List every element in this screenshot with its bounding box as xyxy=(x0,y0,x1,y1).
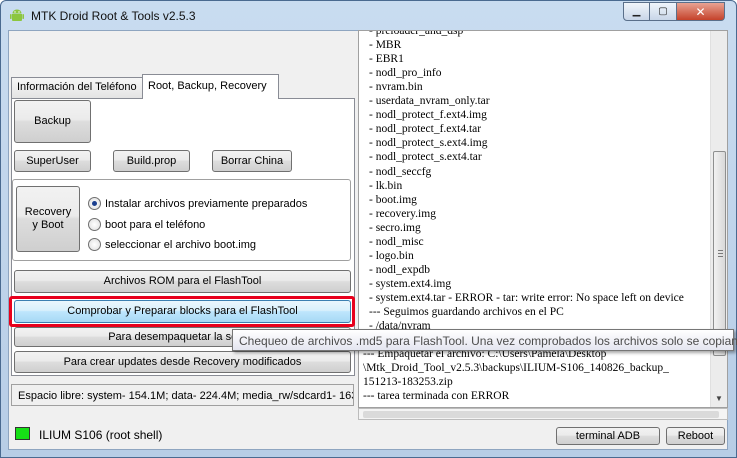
reboot-label: Reboot xyxy=(677,429,714,442)
log-line: - logo.bin xyxy=(369,249,414,262)
crear-updates-button[interactable]: Para crear updates desde Recovery modifi… xyxy=(14,351,351,373)
terminal-adb-label: terminal ADB xyxy=(575,429,641,442)
window-title: MTK Droid Root & Tools v2.5.3 xyxy=(31,9,196,23)
log-line: - nodl_protect_s.ext4.img xyxy=(369,137,488,150)
radio-label: boot para el teléfono xyxy=(105,218,206,231)
log-line: - nodl_pro_info xyxy=(369,67,442,80)
comprobar-preparar-button[interactable]: Comprobar y Preparar blocks para el Flas… xyxy=(14,300,351,323)
tab-root-backup-recovery[interactable]: Root, Backup, Recovery xyxy=(142,74,279,99)
log-line: \Mtk_Droid_Tool_v2.5.3\backups\ILIUM-S10… xyxy=(363,362,669,375)
close-button[interactable]: ✕ xyxy=(677,2,725,21)
log-line: - system.ext4.img xyxy=(369,277,452,290)
log-line: - lk.bin xyxy=(369,179,403,192)
crear-updates-label: Para crear updates desde Recovery modifi… xyxy=(63,355,302,368)
scroll-down-icon[interactable]: ▼ xyxy=(715,394,723,403)
tab-informacion-telefono[interactable]: Información del Teléfono xyxy=(11,77,148,98)
radio-button[interactable] xyxy=(88,238,101,251)
backup-label: Backup xyxy=(34,115,71,127)
terminal-adb-button[interactable]: terminal ADB xyxy=(556,427,660,445)
minimize-icon: ▁ xyxy=(632,6,641,17)
log-line: - nodl_expdb xyxy=(369,263,431,276)
borrar-china-label: Borrar China xyxy=(220,154,284,167)
superuser-label: SuperUser xyxy=(26,154,79,167)
borrar-china-button[interactable]: Borrar China xyxy=(212,150,292,172)
tooltip: Chequeo de archivos .md5 para FlashTool.… xyxy=(232,329,737,351)
log-output[interactable]: - preloader_and_dsp - MBR - EBR1- nodl_pro… xyxy=(358,30,728,408)
recovery-y-boot-button[interactable]: Recovery y Boot xyxy=(16,186,80,252)
log-line: --- Seguimos guardando archivos en el PC xyxy=(369,306,564,318)
log-horizontal-scrollbar[interactable] xyxy=(358,408,728,420)
scrollbar-thumb[interactable] xyxy=(713,151,726,356)
log-line: --- tarea terminada con ERROR xyxy=(363,390,510,403)
log-line: - system.ext4.tar - ERROR - tar: write e… xyxy=(369,291,684,304)
archivos-rom-button[interactable]: Archivos ROM para el FlashTool xyxy=(14,270,351,293)
recovery-y-boot-label: Recovery y Boot xyxy=(24,206,72,231)
free-space-status: Espacio libre: system- 154.1M; data- 224… xyxy=(11,384,354,406)
radio-instalar[interactable]: Instalar archivos previamente preparados xyxy=(88,197,307,210)
log-line: - boot.img xyxy=(369,193,417,206)
log-line: - nodl_seccfg xyxy=(369,165,432,178)
log-line: - preloader_and_dsp xyxy=(369,30,464,37)
superuser-button[interactable]: SuperUser xyxy=(14,150,91,172)
tab-label: Información del Teléfono xyxy=(17,81,137,93)
maximize-icon: ▢ xyxy=(658,6,668,17)
tab-label: Root, Backup, Recovery xyxy=(148,80,267,92)
scrollbar-thumb[interactable] xyxy=(363,411,719,418)
buildprop-label: Build.prop xyxy=(126,154,177,167)
radio-seleccionar-boot[interactable]: seleccionar el archivo boot.img xyxy=(88,238,256,251)
grip-line xyxy=(718,250,723,251)
comprobar-label: Comprobar y Preparar blocks para el Flas… xyxy=(67,305,298,317)
radio-boot-telefono[interactable]: boot para el teléfono xyxy=(88,218,205,231)
log-line: - userdata_nvram_only.tar xyxy=(369,95,490,108)
radio-label: Instalar archivos previamente preparados xyxy=(105,197,308,210)
grip-line xyxy=(718,256,723,257)
close-icon: ✕ xyxy=(695,4,706,19)
radio-label: seleccionar el archivo boot.img xyxy=(105,238,257,251)
log-line: - MBR xyxy=(369,39,402,52)
log-line: - nodl_misc xyxy=(369,235,424,248)
radio-button-selected[interactable] xyxy=(88,197,101,210)
log-line: - nvram.bin xyxy=(369,81,423,94)
log-line: - nodl_protect_f.ext4.img xyxy=(369,109,487,122)
device-name: ILIUM S106 (root shell) xyxy=(39,428,163,442)
tooltip-text: Chequeo de archivos .md5 para FlashTool.… xyxy=(239,334,737,348)
log-line: - secro.img xyxy=(369,221,421,234)
log-line: - nodl_protect_s.ext4.tar xyxy=(369,151,482,164)
device-status-indicator xyxy=(15,427,30,440)
log-line: - recovery.img xyxy=(369,207,436,220)
buildprop-button[interactable]: Build.prop xyxy=(113,150,190,172)
archivos-rom-label: Archivos ROM para el FlashTool xyxy=(103,275,262,287)
maximize-button[interactable]: ▢ xyxy=(650,2,677,21)
log-line: - nodl_protect_f.ext4.tar xyxy=(369,123,482,136)
radio-button[interactable] xyxy=(88,218,101,231)
log-line: - EBR1 xyxy=(369,53,404,66)
android-icon xyxy=(10,9,24,21)
free-space-text: Espacio libre: system- 154.1M; data- 224… xyxy=(18,390,354,402)
reboot-button[interactable]: Reboot xyxy=(666,427,725,445)
backup-button[interactable]: Backup xyxy=(14,100,91,143)
log-line: 151213-183253.zip xyxy=(363,376,453,389)
minimize-button[interactable]: ▁ xyxy=(623,2,650,21)
title-bar[interactable]: MTK Droid Root & Tools v2.5.3 ▁ ▢ ✕ xyxy=(1,1,736,31)
grip-line xyxy=(718,253,723,254)
